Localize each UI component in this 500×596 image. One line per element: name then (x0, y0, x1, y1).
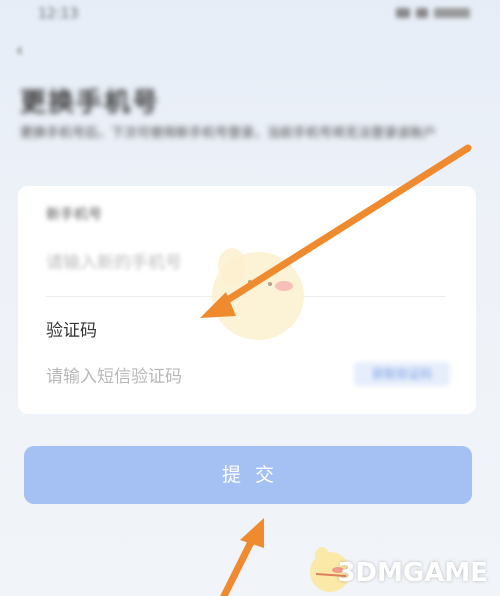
arrow-annotation-icon (200, 144, 472, 318)
arrow-annotation-icon-2 (220, 518, 264, 596)
watermark-text: 3DMGAME (337, 558, 488, 588)
annotation-overlay (200, 144, 472, 596)
